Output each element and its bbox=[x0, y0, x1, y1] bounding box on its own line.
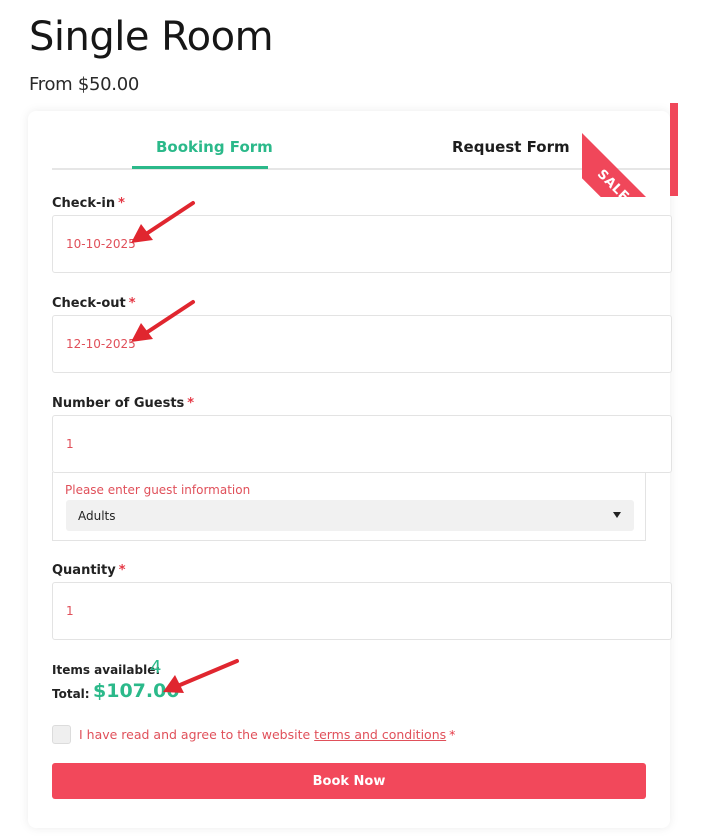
guest-type-select[interactable]: Adults bbox=[66, 500, 634, 531]
caret-down-icon bbox=[613, 512, 621, 518]
total-value: $107.00 bbox=[93, 680, 180, 702]
guest-type-value: Adults bbox=[78, 508, 116, 523]
terms-link[interactable]: terms and conditions bbox=[314, 727, 446, 742]
tab-request-form[interactable]: Request Form bbox=[452, 138, 570, 156]
required-marker: * bbox=[187, 396, 195, 411]
sale-ribbon: SALE bbox=[582, 103, 678, 197]
checkin-label: Check-in * bbox=[52, 196, 125, 211]
quantity-value: 1 bbox=[66, 604, 74, 618]
total-label: Total: bbox=[52, 687, 90, 701]
page-title: Single Room bbox=[29, 14, 274, 60]
required-marker: * bbox=[118, 196, 125, 211]
terms-agreement: I have read and agree to the website ter… bbox=[52, 723, 455, 745]
items-available-value: 4 bbox=[150, 657, 162, 678]
sale-label: SALE bbox=[593, 166, 632, 197]
terms-checkbox[interactable] bbox=[52, 724, 71, 744]
form-tabs: Booking Form Request Form bbox=[52, 130, 672, 170]
guest-info-panel: Please enter guest information Adults bbox=[52, 472, 646, 541]
terms-text: I have read and agree to the website bbox=[79, 726, 311, 742]
required-marker: * bbox=[449, 726, 456, 742]
items-available-label: Items available: bbox=[52, 663, 161, 677]
checkin-value: 10-10-2025 bbox=[66, 237, 136, 251]
guests-label: Number of Guests * bbox=[52, 396, 195, 411]
book-now-button[interactable]: Book Now bbox=[52, 763, 646, 799]
price-from: From $50.00 bbox=[29, 74, 139, 95]
guests-input[interactable]: 1 bbox=[52, 415, 672, 473]
checkout-label: Check-out * bbox=[52, 296, 136, 311]
guest-info-hint: Please enter guest information bbox=[65, 483, 251, 497]
required-marker: * bbox=[128, 296, 136, 311]
checkout-value: 12-10-2025 bbox=[66, 337, 136, 351]
required-marker: * bbox=[118, 563, 126, 578]
quantity-input[interactable]: 1 bbox=[52, 582, 672, 640]
tab-booking-form[interactable]: Booking Form bbox=[156, 138, 273, 156]
quantity-label: Quantity * bbox=[52, 563, 126, 578]
active-tab-indicator bbox=[132, 166, 268, 169]
guests-value: 1 bbox=[66, 437, 74, 451]
checkout-input[interactable]: 12-10-2025 bbox=[52, 315, 672, 373]
checkin-input[interactable]: 10-10-2025 bbox=[52, 215, 672, 273]
